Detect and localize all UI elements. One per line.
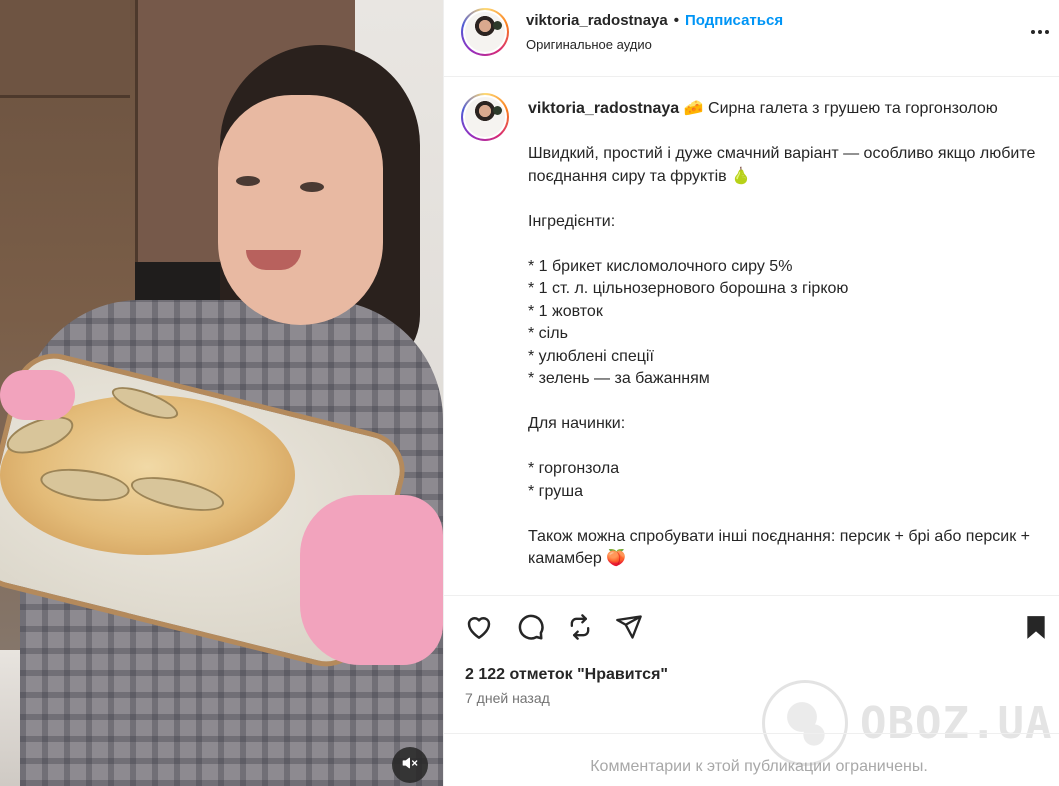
mute-icon xyxy=(402,755,418,776)
follow-button[interactable]: Подписаться xyxy=(685,12,783,29)
share-button[interactable] xyxy=(613,611,645,643)
post-video[interactable] xyxy=(0,0,443,786)
repost-button[interactable] xyxy=(564,611,596,643)
post-timestamp[interactable]: 7 дней назад xyxy=(465,690,550,706)
like-button[interactable] xyxy=(463,611,495,643)
share-icon xyxy=(616,615,642,639)
avatar[interactable] xyxy=(461,93,509,141)
person-eye xyxy=(236,176,260,186)
likes-count[interactable]: 2 122 отметок "Нравится" xyxy=(465,666,668,684)
save-button[interactable] xyxy=(1020,611,1052,643)
caption-body: 🧀 Сирна галета з грушею та горгонзолою Ш… xyxy=(528,100,1036,567)
globe-icon xyxy=(762,680,848,766)
separator-dot: • xyxy=(673,12,679,29)
avatar[interactable] xyxy=(461,8,509,56)
watermark-text: OBOZ.UA xyxy=(860,697,1053,749)
watermark-logo: OBOZ.UA xyxy=(762,680,1052,766)
comment-icon xyxy=(518,614,544,640)
caption-username[interactable]: viktoria_radostnaya xyxy=(528,100,679,117)
comment-button[interactable] xyxy=(514,611,546,643)
pink-glove xyxy=(0,370,75,420)
bookmark-icon xyxy=(1027,616,1045,639)
post-header: viktoria_radostnaya • Подписаться Оригин… xyxy=(444,0,1059,77)
heart-icon xyxy=(467,617,491,639)
more-options-icon[interactable] xyxy=(1026,22,1054,42)
repost-icon xyxy=(570,614,590,640)
background-cabinet xyxy=(0,0,130,98)
mute-button[interactable] xyxy=(392,747,428,783)
person-face xyxy=(218,95,383,325)
action-bar xyxy=(444,595,1059,660)
caption-text: viktoria_radostnaya 🧀 Сирна галета з гру… xyxy=(528,98,1038,571)
divider xyxy=(444,733,1059,734)
person-eye xyxy=(300,182,324,192)
post-side-panel: viktoria_radostnaya • Подписаться Оригин… xyxy=(443,0,1059,786)
pink-glove xyxy=(300,495,443,665)
audio-link[interactable]: Оригинальное аудио xyxy=(526,37,652,52)
post-caption: viktoria_radostnaya 🧀 Сирна галета з гру… xyxy=(444,78,1059,595)
author-username[interactable]: viktoria_radostnaya xyxy=(526,12,668,29)
comments-limited-notice: Комментарии к этой публикации ограничены… xyxy=(590,758,928,775)
